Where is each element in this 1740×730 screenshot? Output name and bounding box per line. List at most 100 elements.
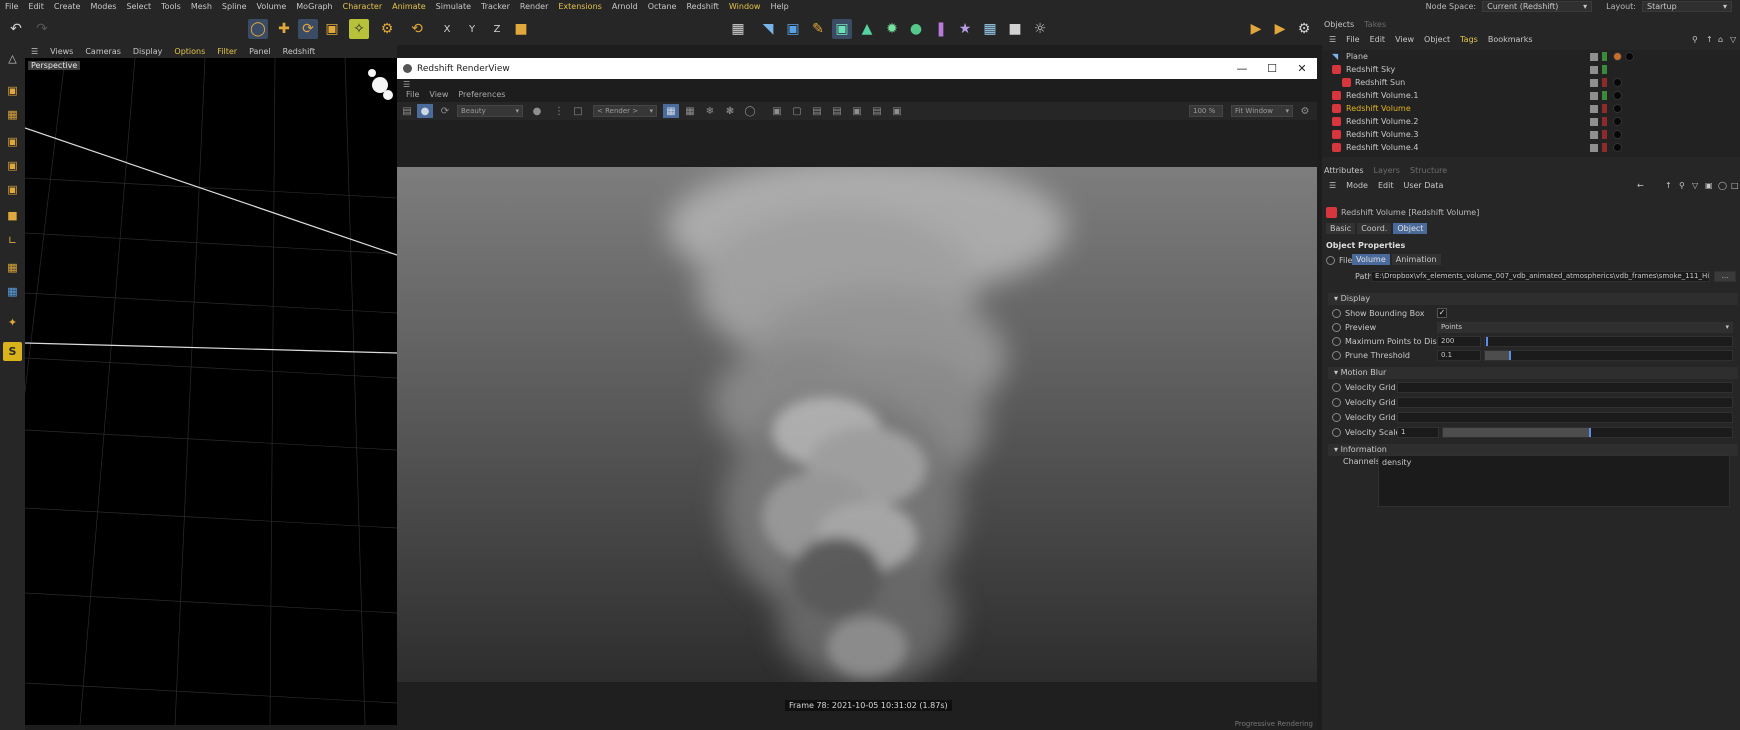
list-item[interactable]: Redshift Volume.3 bbox=[1322, 128, 1740, 141]
polygons-mode-icon[interactable]: ▣ bbox=[3, 180, 22, 199]
enable-toggle[interactable] bbox=[1602, 143, 1607, 152]
velocity-grid-z-field[interactable] bbox=[1397, 411, 1733, 423]
viewport-menu-views[interactable]: Views bbox=[44, 47, 79, 56]
menu-simulate[interactable]: Simulate bbox=[431, 0, 476, 13]
camera-icon[interactable]: ■ bbox=[1005, 19, 1025, 39]
progressive-icon[interactable]: ▦ bbox=[682, 104, 698, 118]
menu-mograph[interactable]: MoGraph bbox=[291, 0, 337, 13]
show-bounding-box-checkbox[interactable]: ✓ bbox=[1437, 308, 1447, 318]
enable-toggle[interactable] bbox=[1602, 130, 1607, 139]
tag-icon[interactable] bbox=[1613, 78, 1622, 87]
minimize-icon[interactable]: — bbox=[1227, 58, 1257, 79]
add-icon[interactable]: □ bbox=[1726, 181, 1740, 190]
objects-menu-edit[interactable]: Edit bbox=[1365, 35, 1391, 44]
undo-icon[interactable]: ↶ bbox=[6, 19, 26, 39]
x-axis-icon[interactable]: X bbox=[437, 19, 457, 39]
animate-dot-icon[interactable] bbox=[1332, 322, 1341, 332]
tag-icon[interactable] bbox=[1613, 91, 1622, 100]
menu-arnold[interactable]: Arnold bbox=[607, 0, 643, 13]
post-fx-icon[interactable]: ▤ bbox=[869, 104, 885, 118]
tag-icon[interactable] bbox=[1613, 143, 1622, 152]
reset-icon[interactable]: ⟲ bbox=[407, 19, 427, 39]
menu-redshift[interactable]: Redshift bbox=[681, 0, 723, 13]
mograph-icon[interactable]: ● bbox=[906, 19, 926, 39]
render-region-icon[interactable]: ▦ bbox=[728, 19, 748, 39]
motion-blur-section-header[interactable]: ▾ Motion Blur bbox=[1328, 367, 1738, 379]
tab-basic[interactable]: Basic bbox=[1326, 223, 1356, 234]
objects-menu-file[interactable]: File bbox=[1341, 35, 1364, 44]
tab-structure[interactable]: Structure bbox=[1410, 166, 1447, 175]
tab-coord[interactable]: Coord. bbox=[1357, 223, 1392, 234]
attributes-menu-user-data[interactable]: User Data bbox=[1398, 181, 1448, 190]
animate-dot-icon[interactable] bbox=[1332, 382, 1341, 392]
start-render-icon[interactable]: ● bbox=[417, 104, 433, 118]
enable-toggle[interactable] bbox=[1602, 78, 1607, 87]
visibility-toggle[interactable] bbox=[1590, 52, 1598, 61]
color-channel-icon[interactable]: ● bbox=[529, 104, 545, 118]
menu-spline[interactable]: Spline bbox=[217, 0, 252, 13]
animate-dot-icon[interactable] bbox=[1332, 427, 1341, 437]
cube-icon[interactable]: ▣ bbox=[783, 19, 803, 39]
close-icon[interactable]: ✕ bbox=[1287, 58, 1317, 79]
maximize-icon[interactable]: ☐ bbox=[1257, 58, 1287, 79]
model-mode-icon[interactable]: ▣ bbox=[3, 81, 22, 100]
objects-menu-object[interactable]: Object bbox=[1419, 35, 1455, 44]
velocity-grid-x-field[interactable] bbox=[1397, 381, 1733, 393]
velocity-grid-y-field[interactable] bbox=[1397, 396, 1733, 408]
menu-tracker[interactable]: Tracker bbox=[476, 0, 515, 13]
channels-textarea[interactable]: density bbox=[1378, 455, 1730, 507]
tab-animation[interactable]: Animation bbox=[1391, 254, 1441, 265]
menu-window[interactable]: Window bbox=[724, 0, 766, 13]
node-space-dropdown[interactable]: Current (Redshift) ▾ bbox=[1482, 1, 1593, 12]
selection-filter-icon[interactable]: ◥ bbox=[758, 19, 778, 39]
extrude-icon[interactable]: ▲ bbox=[857, 19, 877, 39]
material-tag-icon[interactable] bbox=[1613, 52, 1622, 61]
list-item[interactable]: ◥ Plane bbox=[1322, 50, 1740, 63]
aov-dropdown[interactable]: Beauty ▾ bbox=[457, 105, 523, 117]
refresh-icon[interactable]: ⟳ bbox=[437, 104, 453, 118]
viewport-menu-panel[interactable]: Panel bbox=[243, 47, 277, 56]
gear-icon[interactable]: ⚙ bbox=[1297, 104, 1313, 118]
redo-icon[interactable]: ↷ bbox=[32, 19, 52, 39]
render-settings-icon[interactable]: ⚙ bbox=[1294, 19, 1314, 39]
menu-animate[interactable]: Animate bbox=[387, 0, 431, 13]
grid-icon[interactable]: ▦ bbox=[3, 282, 22, 301]
pen-icon[interactable]: ✎ bbox=[808, 19, 828, 39]
save-image-icon[interactable]: ▤ bbox=[829, 104, 845, 118]
attributes-menu-mode[interactable]: Mode bbox=[1341, 181, 1373, 190]
viewport-menu-display[interactable]: Display bbox=[127, 47, 169, 56]
y-axis-icon[interactable]: Y bbox=[462, 19, 482, 39]
grid-dots-icon[interactable]: ⋮ bbox=[551, 104, 567, 118]
tab-volume[interactable]: Volume bbox=[1352, 254, 1390, 265]
visibility-toggle[interactable] bbox=[1590, 78, 1598, 87]
max-points-slider[interactable] bbox=[1484, 335, 1733, 347]
attributes-menu-edit[interactable]: Edit bbox=[1373, 181, 1399, 190]
tag-icon[interactable] bbox=[1613, 104, 1622, 113]
menu-select[interactable]: Select bbox=[121, 0, 156, 13]
menu-volume[interactable]: Volume bbox=[252, 0, 292, 13]
menu-modes[interactable]: Modes bbox=[85, 0, 121, 13]
objects-hamburger-icon[interactable]: ☰ bbox=[1324, 35, 1341, 44]
menu-edit[interactable]: Edit bbox=[23, 0, 49, 13]
menu-create[interactable]: Create bbox=[49, 0, 86, 13]
layout-dropdown[interactable]: Startup ▾ bbox=[1642, 1, 1732, 12]
list-item[interactable]: Redshift Sun bbox=[1322, 76, 1740, 89]
path-field[interactable]: E:\Dropbox\vfx_elements_volume_007_vdb_a… bbox=[1371, 270, 1710, 282]
menu-file[interactable]: File bbox=[0, 0, 23, 13]
attributes-hamburger-icon[interactable]: ☰ bbox=[1324, 181, 1341, 190]
subdivision-icon[interactable]: ▣ bbox=[832, 19, 852, 39]
enable-toggle[interactable] bbox=[1602, 52, 1607, 61]
browse-button[interactable]: ... bbox=[1714, 270, 1736, 282]
render-to-picture-viewer-icon[interactable]: ▶ bbox=[1270, 19, 1290, 39]
points-mode-icon[interactable]: ▣ bbox=[3, 132, 22, 151]
scene-icon[interactable]: ★ bbox=[955, 19, 975, 39]
snap-icon[interactable]: ✧ bbox=[349, 19, 369, 39]
viewport-menu-icon[interactable]: ☰ bbox=[25, 47, 44, 56]
circle-icon[interactable]: ◯ bbox=[742, 104, 758, 118]
visibility-toggle[interactable] bbox=[1590, 65, 1598, 74]
animate-dot-icon[interactable] bbox=[1332, 412, 1341, 422]
enable-toggle[interactable] bbox=[1602, 104, 1607, 113]
renderview-menu-preferences[interactable]: Preferences bbox=[458, 90, 515, 99]
list-item[interactable]: Redshift Volume bbox=[1322, 102, 1740, 115]
animate-dot-icon[interactable] bbox=[1332, 350, 1341, 360]
